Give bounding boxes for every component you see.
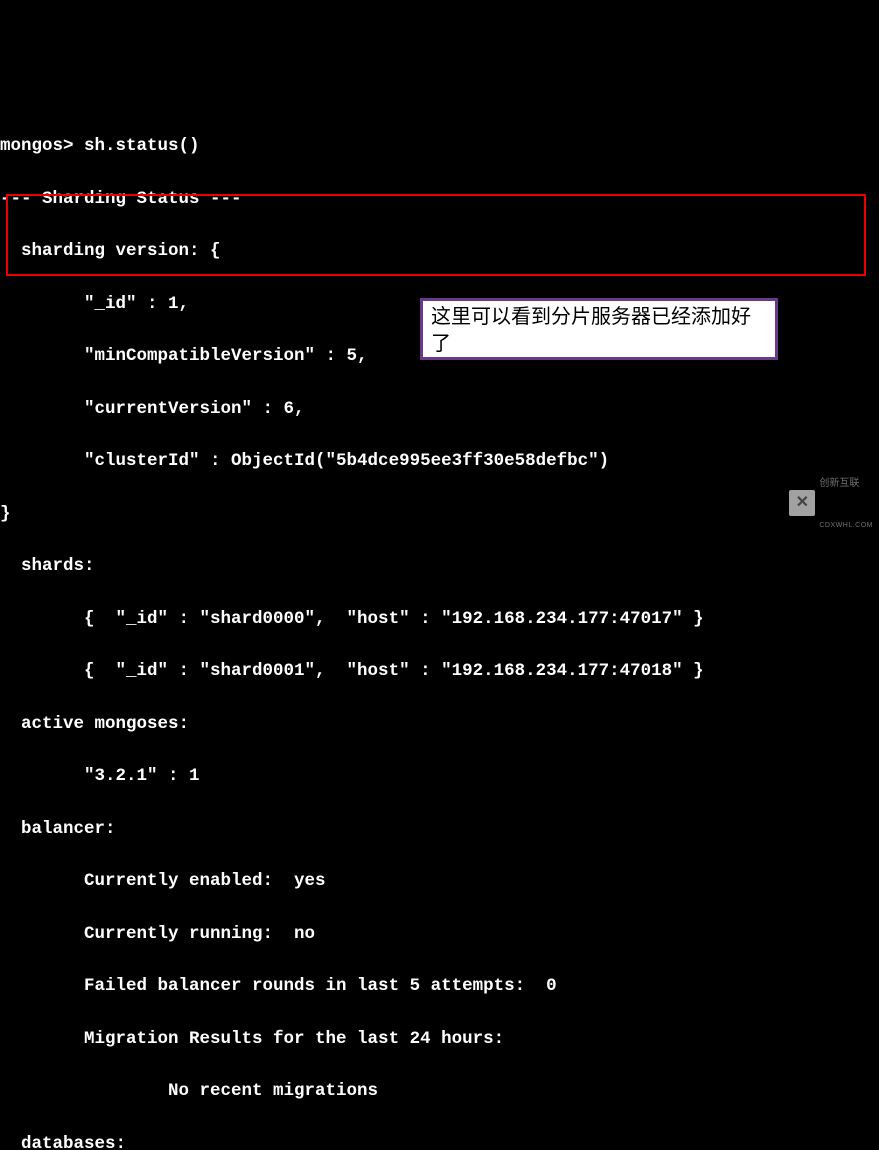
version-open: sharding version: { <box>0 238 879 264</box>
terminal-output: mongos> sh.status() --- Sharding Status … <box>0 105 879 1150</box>
balancer-migration: Migration Results for the last 24 hours: <box>0 1026 879 1052</box>
status-header: --- Sharding Status --- <box>0 186 879 212</box>
databases-label: databases: <box>0 1131 879 1150</box>
active-mongoses-value: "3.2.1" : 1 <box>0 763 879 789</box>
prompt-line[interactable]: mongos> sh.status() <box>0 133 879 159</box>
shard-entry-1: { "_id" : "shard0001", "host" : "192.168… <box>0 658 879 684</box>
watermark-sub: CDXWHL.COM <box>819 521 873 532</box>
version-current: "currentVersion" : 6, <box>0 396 879 422</box>
watermark: ✕ 创新互联 CDXWHL.COM <box>789 446 873 562</box>
balancer-running: Currently running: no <box>0 921 879 947</box>
shard-entry-0: { "_id" : "shard0000", "host" : "192.168… <box>0 606 879 632</box>
command-text: sh.status() <box>84 136 200 156</box>
balancer-label: balancer: <box>0 816 879 842</box>
balancer-enabled: Currently enabled: yes <box>0 868 879 894</box>
prompt-text: mongos> <box>0 136 84 156</box>
shards-label: shards: <box>0 553 879 579</box>
version-close: } <box>0 501 879 527</box>
balancer-failed: Failed balancer rounds in last 5 attempt… <box>0 973 879 999</box>
watermark-logo-icon: ✕ <box>789 490 815 516</box>
active-mongoses-label: active mongoses: <box>0 711 879 737</box>
balancer-recent: No recent migrations <box>0 1078 879 1104</box>
annotation-text: 这里可以看到分片服务器已经添加好了 <box>431 306 751 355</box>
watermark-text: 创新互联 <box>819 476 873 491</box>
version-clusterid: "clusterId" : ObjectId("5b4dce995ee3ff30… <box>0 448 879 474</box>
annotation-callout: 这里可以看到分片服务器已经添加好了 <box>420 298 778 360</box>
